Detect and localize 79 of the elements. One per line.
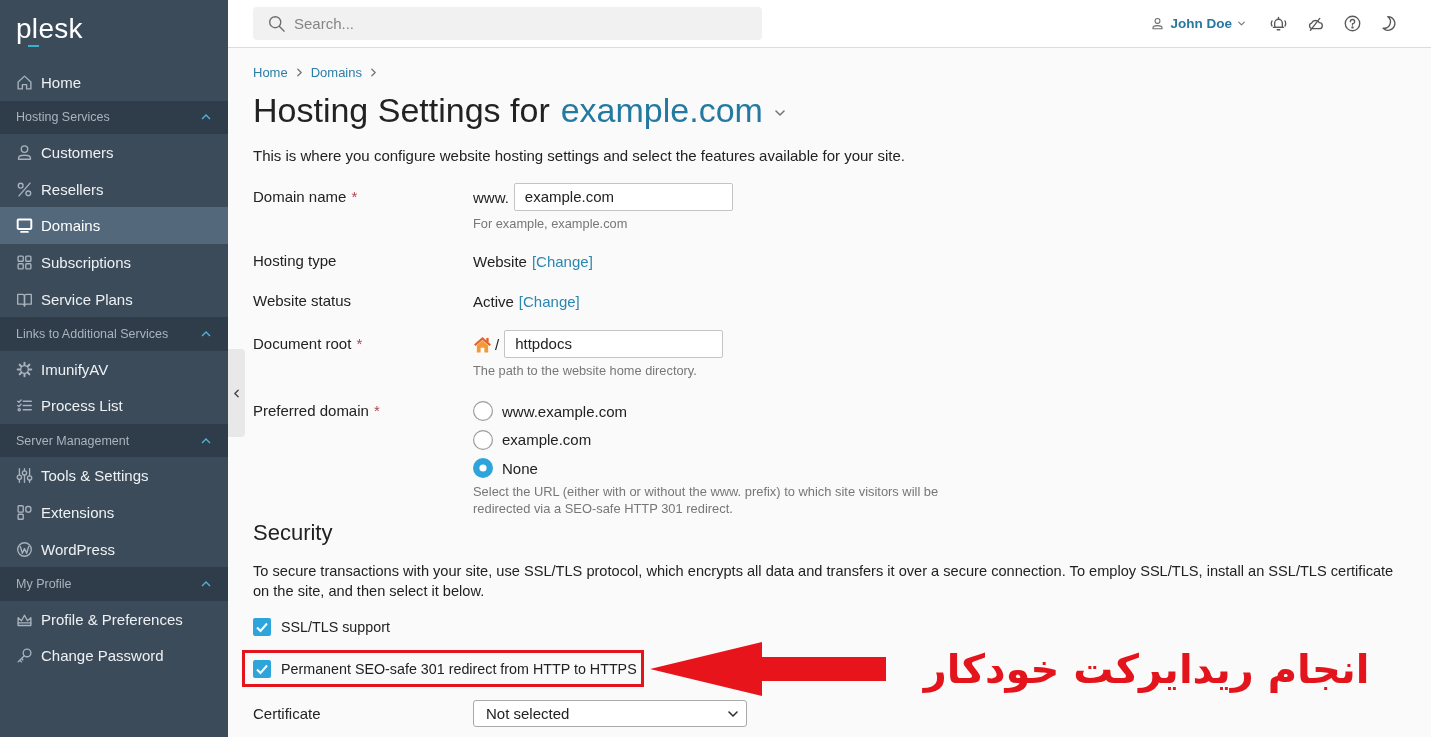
- certificate-select[interactable]: Not selected: [473, 700, 747, 727]
- sidebar-item[interactable]: Home: [0, 64, 228, 101]
- person-icon: [16, 143, 33, 161]
- grid-icon: [16, 253, 33, 271]
- checkbox[interactable]: [253, 617, 271, 636]
- radio-button[interactable]: [473, 429, 493, 450]
- sidebar-item[interactable]: WordPress: [0, 530, 228, 568]
- page-description: This is where you configure website hosting settings and select the features available for your site.: [253, 147, 907, 165]
- sidebar-item[interactable]: Profile & Preferences: [0, 600, 228, 638]
- moon-icon[interactable]: [1381, 15, 1398, 32]
- bell-icon[interactable]: [1270, 15, 1287, 32]
- field-value: Website: [473, 252, 527, 270]
- home-icon: [16, 73, 33, 91]
- sidebar-item[interactable]: Domains: [0, 207, 228, 245]
- field-hint: The path to the website home directory.: [473, 363, 698, 379]
- w-logo-icon: [16, 540, 33, 558]
- house-icon: [473, 335, 492, 353]
- field-prefix: /: [495, 335, 500, 353]
- annotation-text: انجام ریدایرکت خودکار: [923, 644, 1370, 695]
- radio-button[interactable]: [473, 458, 493, 479]
- field-label: Document root *: [253, 334, 364, 354]
- gear-icon: [16, 360, 33, 378]
- field-label: Certificate: [253, 704, 322, 724]
- field-label: Preferred domain *: [253, 401, 381, 421]
- sidebar-group-header[interactable]: Links to Additional Services: [0, 317, 228, 351]
- checkbox[interactable]: [253, 659, 271, 678]
- sliders-icon: [16, 467, 33, 485]
- field-prefix: www.: [473, 188, 509, 206]
- breadcrumb-link[interactable]: Domains: [310, 64, 362, 80]
- field-label: Website status: [253, 291, 353, 311]
- sidebar-item[interactable]: Change Password: [0, 637, 228, 675]
- caret-icon: [728, 710, 738, 717]
- sidebar-group-header[interactable]: Hosting Services: [0, 100, 228, 134]
- percent-icon: [16, 180, 33, 198]
- sidebar-item[interactable]: Resellers: [0, 170, 228, 208]
- user-menu[interactable]: John Doe: [1151, 16, 1245, 31]
- radio-button[interactable]: [473, 401, 493, 422]
- domain-switcher[interactable]: example.com: [560, 90, 763, 130]
- key-icon: [16, 647, 33, 665]
- section-description: To secure transactions with your site, use SSL/TLS protocol, which encrypts all data and transfers it over a secure connection. To employ SSL/TLS, install an SSL/TLS certificate on the site, and then select it below.: [253, 561, 1395, 601]
- crossed-cloud-icon[interactable]: [1307, 15, 1324, 32]
- caret-icon[interactable]: [774, 110, 785, 116]
- radio-label[interactable]: example.com: [502, 431, 592, 449]
- page-title: Hosting Settings for: [253, 90, 550, 130]
- field-hint: For example, example.com: [473, 216, 629, 232]
- chevron-icon: [296, 67, 302, 77]
- field-label: Hosting type: [253, 251, 338, 271]
- sidebar-item[interactable]: Subscriptions: [0, 244, 228, 281]
- sidebar-group-header[interactable]: Server Management: [0, 424, 228, 458]
- sidebar-item[interactable]: Extensions: [0, 494, 228, 531]
- sidebar-item[interactable]: Service Plans: [0, 280, 228, 318]
- search-icon: [268, 15, 285, 32]
- change-link[interactable]: [Change]: [518, 292, 580, 310]
- breadcrumb-link[interactable]: Home: [253, 64, 288, 80]
- logo[interactable]: plesk: [16, 13, 83, 45]
- field-label: Domain name *: [253, 187, 359, 207]
- section-heading: Security: [253, 518, 334, 547]
- person-icon: [1151, 17, 1165, 30]
- radio-label[interactable]: www.example.com: [502, 402, 628, 420]
- help-icon[interactable]: [1344, 15, 1361, 32]
- sidebar-group-header[interactable]: My Profile: [0, 567, 228, 601]
- change-link[interactable]: [Change]: [531, 252, 593, 270]
- caret-icon: [1238, 21, 1245, 26]
- monitor-icon: [16, 217, 33, 235]
- blocks-icon: [16, 503, 33, 521]
- sidebar-item[interactable]: Tools & Settings: [0, 457, 228, 495]
- chevron-icon: [371, 67, 376, 77]
- chevron-icon: [234, 388, 239, 398]
- search-field[interactable]: Search...: [253, 7, 762, 40]
- text-input[interactable]: httpdocs: [504, 330, 724, 358]
- radio-label[interactable]: None: [502, 459, 538, 477]
- checkbox-label[interactable]: Permanent SEO-safe 301 redirect from HTTP to HTTPS: [281, 660, 637, 677]
- checkbox-label[interactable]: SSL/TLS support: [281, 618, 390, 635]
- field-hint: Select the URL (either with or without the www. prefix) to which site visitors will be redirected via a SEO-safe HTTP 301 redirect.: [473, 482, 940, 517]
- sidebar-item[interactable]: ImunifyAV: [0, 350, 228, 388]
- sidebar-item[interactable]: Process List: [0, 387, 228, 425]
- sidebar-item[interactable]: Customers: [0, 134, 228, 171]
- text-input[interactable]: example.com: [513, 183, 733, 211]
- field-value: Active: [473, 292, 514, 310]
